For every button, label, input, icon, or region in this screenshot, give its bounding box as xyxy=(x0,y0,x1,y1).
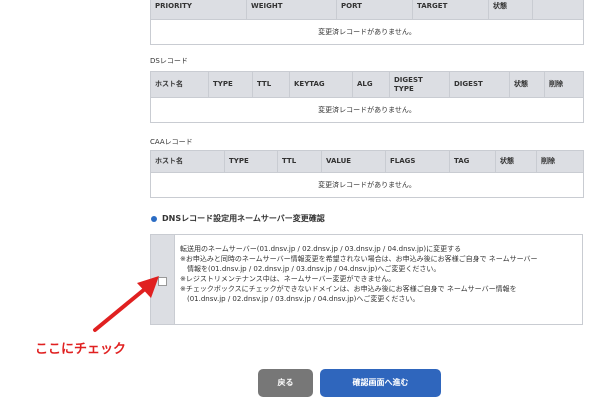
confirm-line: ※お申込みと同時のネームサーバー情報変更を希望されない場合は、お申込み後にお客様… xyxy=(180,255,538,263)
column-header: TTL xyxy=(277,150,322,173)
table-row: 変更済レコードがありません。 xyxy=(150,172,584,198)
column-header: ホスト名 xyxy=(150,150,225,173)
table-row: 変更済レコードがありません。 xyxy=(150,97,584,123)
column-header: WEIGHT xyxy=(246,0,337,20)
table-header-row: ホスト名 TYPE TTL KEYTAG ALG DIGEST TYPE DIG… xyxy=(150,71,584,98)
column-header: 状態 xyxy=(495,150,537,173)
annotation-label: ここにチェック xyxy=(35,342,127,357)
confirm-line: (01.dnsv.jp / 02.dnsv.jp / 03.dnsv.jp / … xyxy=(180,295,420,303)
confirm-line: 情報を(01.dnsv.jp / 02.dnsv.jp / 03.dnsv.jp… xyxy=(180,265,441,273)
column-header: 削除 xyxy=(544,71,584,98)
empty-message: 変更済レコードがありません。 xyxy=(150,19,584,45)
ds-records-table: ホスト名 TYPE TTL KEYTAG ALG DIGEST TYPE DIG… xyxy=(150,71,584,123)
ds-section-label: DSレコード xyxy=(150,57,188,65)
column-header: PORT xyxy=(336,0,413,20)
column-header: TAG xyxy=(449,150,496,173)
caa-section-label: CAAレコード xyxy=(150,138,193,146)
column-header: TYPE xyxy=(224,150,278,173)
column-header: DIGEST TYPE xyxy=(389,71,450,98)
column-header: TYPE xyxy=(208,71,253,98)
confirm-line: ※チェックボックスにチェックができないドメインは、お申込み後にお客様ご自身で ネ… xyxy=(180,285,517,293)
annotation-arrow-icon xyxy=(93,276,159,332)
column-header: 削除 xyxy=(536,150,584,173)
column-header: ホスト名 xyxy=(150,71,209,98)
proceed-to-confirm-button[interactable]: 確認画面へ進む xyxy=(320,369,441,397)
back-button[interactable]: 戻る xyxy=(258,369,313,397)
confirm-line: 転送用のネームサーバー(01.dnsv.jp / 02.dnsv.jp / 03… xyxy=(180,245,462,253)
column-header: ALG xyxy=(352,71,390,98)
section-bullet-icon xyxy=(151,216,157,222)
srv-records-table: PRIORITY WEIGHT PORT TARGET 状態 変更済レコードがあ… xyxy=(150,0,584,45)
empty-message: 変更済レコードがありません。 xyxy=(150,172,584,198)
table-header-row: PRIORITY WEIGHT PORT TARGET 状態 xyxy=(150,0,584,20)
column-header: VALUE xyxy=(321,150,386,173)
confirm-section-title: DNSレコード設定用ネームサーバー変更確認 xyxy=(162,214,325,223)
column-header: PRIORITY xyxy=(150,0,247,20)
empty-message: 変更済レコードがありません。 xyxy=(150,97,584,123)
column-header: TTL xyxy=(252,71,290,98)
column-header: TARGET xyxy=(412,0,489,20)
column-header: 状態 xyxy=(488,0,533,20)
column-header: FLAGS xyxy=(385,150,450,173)
caa-records-table: ホスト名 TYPE TTL VALUE FLAGS TAG 状態 削除 変更済レ… xyxy=(150,150,584,198)
column-header-blank xyxy=(532,0,584,20)
table-header-row: ホスト名 TYPE TTL VALUE FLAGS TAG 状態 削除 xyxy=(150,150,584,173)
confirm-line: ※レジストリメンテナンス中は、ネームサーバー変更ができません。 xyxy=(180,275,396,283)
column-header: KEYTAG xyxy=(289,71,353,98)
table-row: 変更済レコードがありません。 xyxy=(150,19,584,45)
nameserver-confirm-box: 転送用のネームサーバー(01.dnsv.jp / 02.dnsv.jp / 03… xyxy=(150,234,583,325)
column-header: DIGEST xyxy=(449,71,510,98)
confirm-description: 転送用のネームサーバー(01.dnsv.jp / 02.dnsv.jp / 03… xyxy=(180,244,576,304)
column-header: 状態 xyxy=(509,71,545,98)
